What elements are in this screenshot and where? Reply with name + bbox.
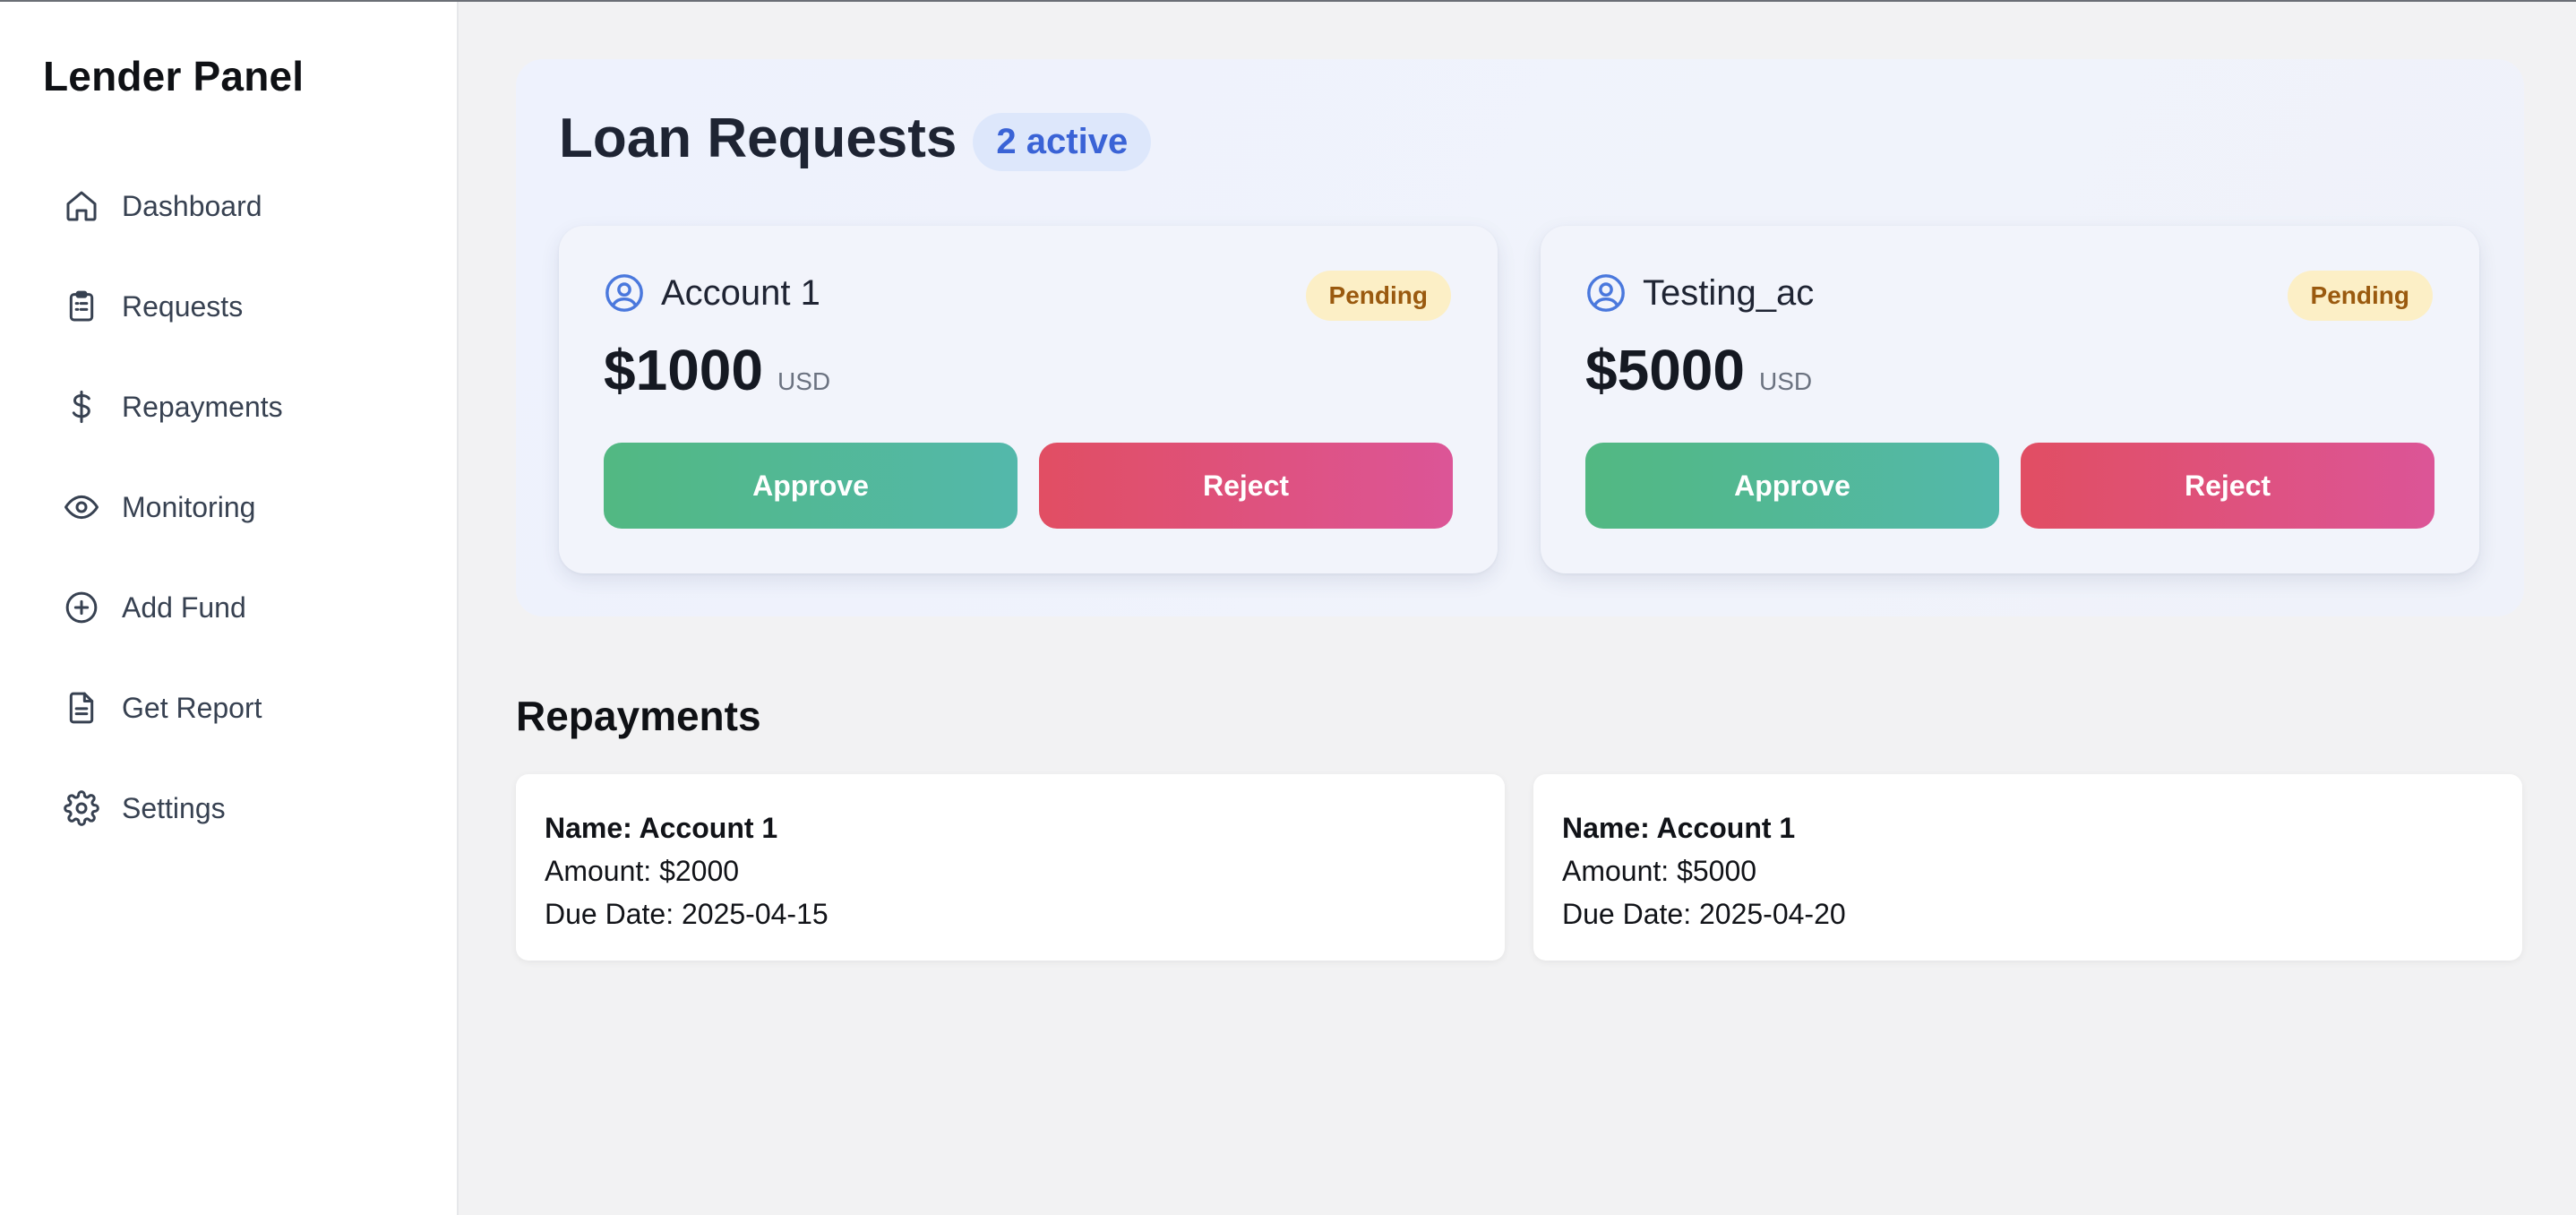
sidebar-item-monitoring[interactable]: Monitoring (63, 457, 439, 557)
request-account-name: Account 1 (661, 272, 820, 313)
repayments-title: Repayments (516, 693, 761, 739)
sidebar-item-label: Monitoring (122, 490, 256, 523)
sidebar-nav: Dashboard Requests Repayments Monitoring… (63, 156, 439, 858)
sidebar-item-label: Requests (122, 289, 244, 323)
dollar-icon (63, 388, 100, 426)
user-circle-icon (1585, 272, 1627, 314)
request-amount-row: $5000 USD (1585, 337, 1812, 403)
sidebar-item-label: Add Fund (122, 590, 246, 624)
request-account-row: Testing_ac (1585, 272, 1814, 314)
status-badge: Pending (2287, 271, 2433, 321)
status-badge: Pending (1305, 271, 1451, 321)
sidebar: Lender Panel Dashboard Requests Repaymen… (0, 2, 459, 1215)
reject-button[interactable]: Reject (2021, 443, 2434, 529)
sidebar-item-label: Dashboard (122, 189, 262, 222)
loan-requests-header: Loan Requests 2 active (559, 106, 1152, 171)
gear-icon (63, 789, 100, 827)
main-content: Loan Requests 2 active Account 1 Pending… (516, 59, 2524, 961)
sidebar-item-get-report[interactable]: Get Report (63, 658, 439, 758)
request-amount: $5000 (1585, 338, 1745, 402)
document-icon (63, 689, 100, 727)
clipboard-icon (63, 288, 100, 325)
reject-button[interactable]: Reject (1039, 443, 1453, 529)
repayment-card: Name: Account 1 Amount: $5000 Due Date: … (1533, 774, 2522, 961)
plus-circle-icon (63, 589, 100, 626)
request-currency: USD (777, 367, 831, 395)
repayment-name: Name: Account 1 (545, 812, 778, 844)
request-currency: USD (1758, 367, 1813, 395)
repayment-name: Name: Account 1 (1562, 812, 1796, 844)
sidebar-item-requests[interactable]: Requests (63, 256, 439, 357)
sidebar-item-repayments[interactable]: Repayments (63, 357, 439, 457)
user-circle-icon (604, 272, 645, 314)
request-amount: $1000 (604, 338, 763, 402)
loan-requests-panel: Loan Requests 2 active Account 1 Pending… (516, 59, 2524, 616)
approve-button[interactable]: Approve (1585, 443, 1999, 529)
repayment-card: Name: Account 1 Amount: $2000 Due Date: … (516, 774, 1505, 961)
repayment-amount: Amount: $2000 (545, 855, 740, 887)
sidebar-item-label: Settings (122, 791, 226, 824)
sidebar-item-label: Get Report (122, 691, 262, 724)
sidebar-item-dashboard[interactable]: Dashboard (63, 156, 439, 256)
request-account-name: Testing_ac (1643, 272, 1815, 313)
approve-button[interactable]: Approve (604, 443, 1018, 529)
loan-request-card: Account 1 Pending $1000 USD Approve Reje… (559, 226, 1498, 573)
brand-title: Lender Panel (43, 53, 305, 99)
repayment-amount: Amount: $5000 (1562, 855, 1757, 887)
request-account-row: Account 1 (604, 272, 820, 314)
repayment-due-date: Due Date: 2025-04-15 (545, 898, 829, 930)
loan-request-card: Testing_ac Pending $5000 USD Approve Rej… (1541, 226, 2479, 573)
active-count-badge: 2 active (973, 113, 1152, 171)
sidebar-item-settings[interactable]: Settings (63, 758, 439, 858)
sidebar-item-add-fund[interactable]: Add Fund (63, 557, 439, 658)
eye-icon (63, 488, 100, 526)
request-amount-row: $1000 USD (604, 337, 830, 403)
repayment-due-date: Due Date: 2025-04-20 (1562, 898, 1846, 930)
home-icon (63, 187, 100, 225)
sidebar-item-label: Repayments (122, 390, 283, 423)
loan-requests-title: Loan Requests (559, 108, 957, 169)
